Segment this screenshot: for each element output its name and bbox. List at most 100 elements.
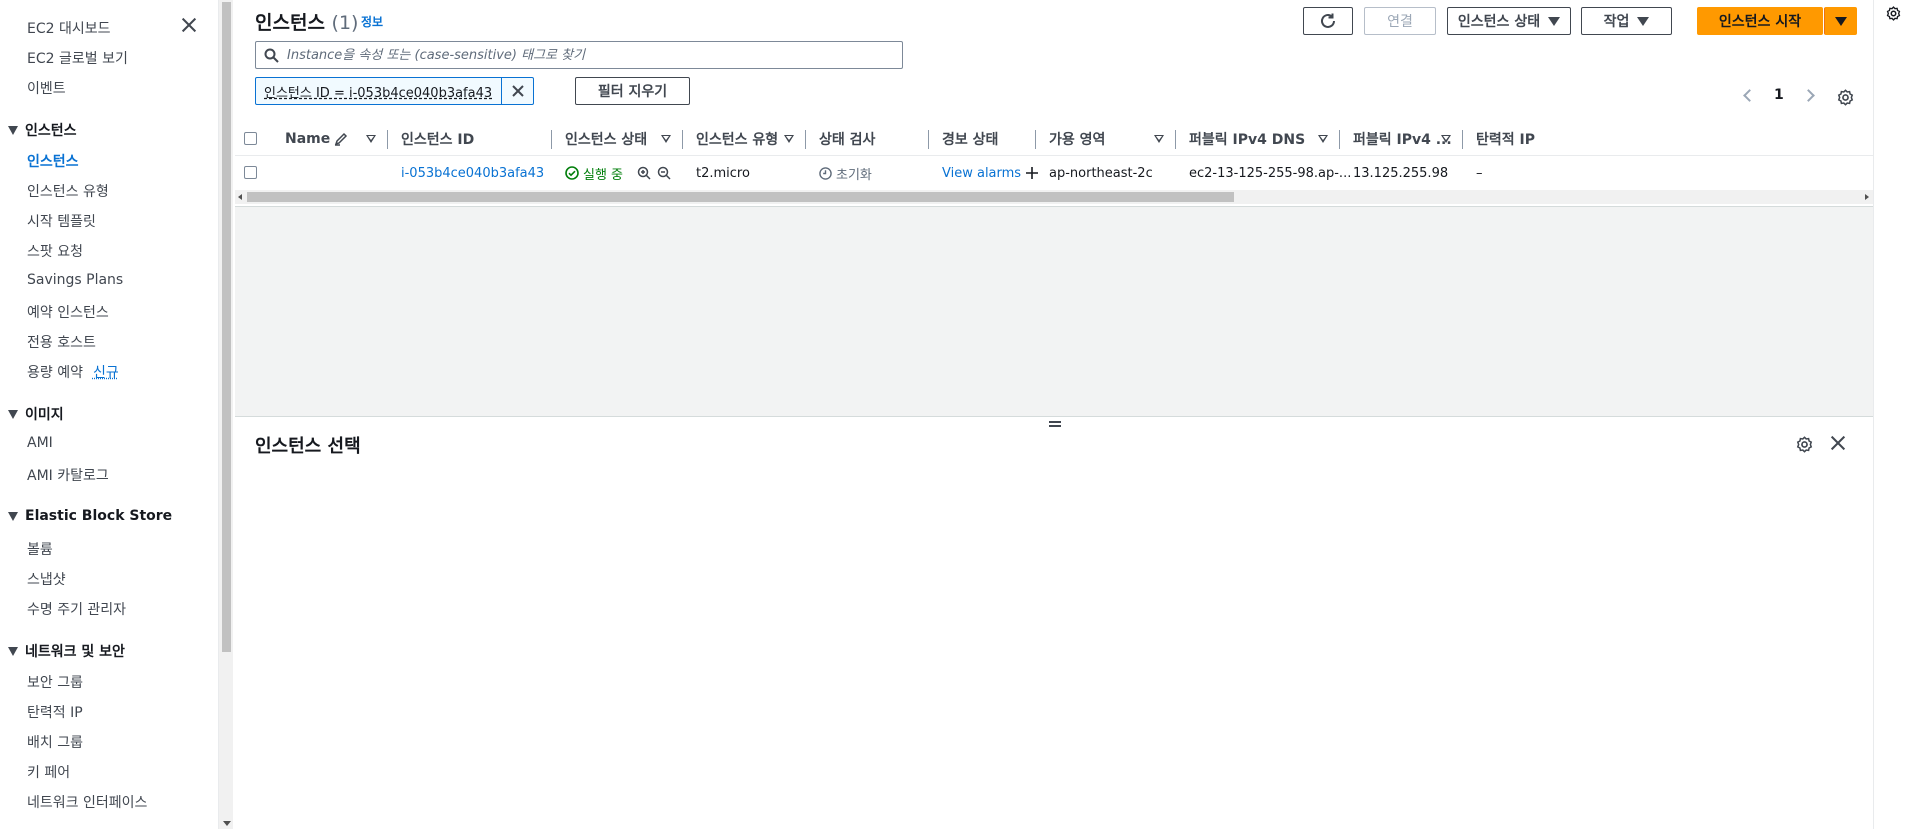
caret-down-icon xyxy=(1637,16,1650,26)
sidebar-section-network-security[interactable]: 네트워크 및 보안 xyxy=(8,641,125,661)
scrollbar-thumb[interactable] xyxy=(247,192,1234,202)
sidebar-item-instances[interactable]: 인스턴스 xyxy=(27,151,79,171)
gear-icon[interactable] xyxy=(1886,6,1901,21)
status-check-label: 초기화 xyxy=(836,167,872,183)
row-checkbox[interactable] xyxy=(244,166,257,179)
sort-icon[interactable] xyxy=(366,135,376,143)
launch-instance-dropdown[interactable] xyxy=(1824,7,1857,35)
scroll-down-icon[interactable] xyxy=(223,821,231,826)
caret-down-icon xyxy=(1548,16,1561,26)
sidebar-item-capacity-reservations[interactable]: 용량 예약 신규 xyxy=(27,362,119,382)
instance-state-dropdown[interactable]: 인스턴스 상태 xyxy=(1447,7,1571,35)
sidebar-item-ami[interactable]: AMI xyxy=(27,435,53,451)
clear-filters-button[interactable]: 필터 지우기 xyxy=(575,77,690,105)
sidebar-item-ec2-global-view[interactable]: EC2 글로벌 보기 xyxy=(27,48,128,68)
column-header-instance-state[interactable]: 인스턴스 상태 xyxy=(565,122,647,156)
column-header-public-ipv4[interactable]: 퍼블릭 IPv4 ... xyxy=(1353,122,1452,156)
page-title-text: 인스턴스 xyxy=(255,12,325,34)
table-row[interactable]: i-053b4ce040b3afa43 실행 중 t2.micro 초기화 Vi… xyxy=(235,156,1873,190)
column-header-status-check[interactable]: 상태 검사 xyxy=(819,122,875,156)
search-input[interactable] xyxy=(287,47,877,63)
gear-icon[interactable] xyxy=(1837,89,1854,106)
sidebar-section-label: Elastic Block Store xyxy=(25,508,173,524)
next-page-icon[interactable] xyxy=(1801,88,1815,102)
sidebar-item-spot-requests[interactable]: 스팟 요청 xyxy=(27,241,83,261)
sidebar-item-placement-groups[interactable]: 배치 그룹 xyxy=(27,732,83,752)
column-header-name[interactable]: Name xyxy=(285,122,348,156)
column-header-alarm-status[interactable]: 경보 상태 xyxy=(942,122,998,156)
scroll-right-icon[interactable] xyxy=(1865,194,1869,200)
caret-down-icon xyxy=(1834,16,1847,26)
zoom-in-icon[interactable] xyxy=(637,166,651,180)
sidebar-item-launch-templates[interactable]: 시작 템플릿 xyxy=(27,211,96,231)
check-circle-icon xyxy=(565,166,579,180)
split-panel-divider xyxy=(235,416,1873,417)
sidebar-item-snapshots[interactable]: 스냅샷 xyxy=(27,569,66,589)
previous-page-icon[interactable] xyxy=(1743,88,1756,102)
search-bar[interactable] xyxy=(255,41,903,69)
actions-dropdown[interactable]: 작업 xyxy=(1581,7,1672,35)
zoom-out-icon[interactable] xyxy=(657,166,671,180)
column-divider[interactable] xyxy=(928,130,929,149)
info-link[interactable]: 정보 xyxy=(361,13,383,30)
expand-icon xyxy=(8,409,18,419)
sidebar-close-icon[interactable] xyxy=(180,16,198,34)
scroll-left-icon[interactable] xyxy=(238,194,242,200)
sidebar-item-volumes[interactable]: 볼륨 xyxy=(27,539,53,559)
column-header-elastic-ip[interactable]: 탄력적 IP xyxy=(1476,122,1535,156)
plus-icon[interactable] xyxy=(1026,167,1039,179)
drag-handle-icon[interactable] xyxy=(1049,420,1061,428)
sort-icon[interactable] xyxy=(784,135,794,143)
sidebar-section-instances[interactable]: 인스턴스 xyxy=(8,120,77,140)
view-alarms-link[interactable]: View alarms xyxy=(942,166,1021,181)
refresh-button[interactable] xyxy=(1303,7,1353,35)
gear-icon[interactable] xyxy=(1796,436,1813,453)
sort-icon[interactable] xyxy=(1441,135,1451,143)
column-header-instance-id[interactable]: 인스턴스 ID xyxy=(401,122,474,156)
sidebar-item-security-groups[interactable]: 보안 그룹 xyxy=(27,672,83,692)
cell-status-check: 초기화 xyxy=(819,156,872,190)
column-divider[interactable] xyxy=(1462,130,1463,149)
sidebar-item-network-interfaces[interactable]: 네트워크 인터페이스 xyxy=(27,792,147,812)
actions-label: 작업 xyxy=(1603,14,1630,30)
connect-button[interactable]: 연결 xyxy=(1364,7,1436,35)
sort-icon[interactable] xyxy=(1154,135,1164,143)
column-divider[interactable] xyxy=(1175,130,1176,149)
sidebar-item-ec2-dashboard[interactable]: EC2 대시보드 xyxy=(27,18,111,38)
select-all-checkbox[interactable] xyxy=(244,132,257,145)
scrollbar-thumb[interactable] xyxy=(222,2,231,652)
sidebar-item-instance-types[interactable]: 인스턴스 유형 xyxy=(27,181,109,201)
sort-icon[interactable] xyxy=(661,135,671,143)
sidebar-item-elastic-ips[interactable]: 탄력적 IP xyxy=(27,702,83,722)
sidebar-item-reserved-instances[interactable]: 예약 인스턴스 xyxy=(27,302,109,322)
column-divider[interactable] xyxy=(1339,130,1340,149)
launch-instance-button[interactable]: 인스턴스 시작 xyxy=(1697,7,1823,35)
column-divider[interactable] xyxy=(551,130,552,149)
sidebar-item-key-pairs[interactable]: 키 페어 xyxy=(27,762,70,782)
column-divider[interactable] xyxy=(1035,130,1036,149)
sidebar-scrollbar[interactable] xyxy=(218,0,233,829)
sort-icon[interactable] xyxy=(1318,135,1328,143)
sidebar-section-images[interactable]: 이미지 xyxy=(8,404,64,424)
state-label: 실행 중 xyxy=(583,167,624,183)
cell-instance-id-link[interactable]: i-053b4ce040b3afa43 xyxy=(401,156,544,190)
instance-state-label: 인스턴스 상태 xyxy=(1457,14,1541,30)
sidebar-item-lifecycle-manager[interactable]: 수명 주기 관리자 xyxy=(27,599,126,619)
remove-filter-button[interactable] xyxy=(501,77,533,105)
sidebar-item-savings-plans[interactable]: Savings Plans xyxy=(27,272,123,288)
column-divider[interactable] xyxy=(805,130,806,149)
close-icon[interactable] xyxy=(1830,435,1846,451)
current-page[interactable]: 1 xyxy=(1774,87,1784,103)
sidebar-item-dedicated-hosts[interactable]: 전용 호스트 xyxy=(27,332,96,352)
column-divider[interactable] xyxy=(682,130,683,149)
column-divider[interactable] xyxy=(387,130,388,149)
column-header-availability-zone[interactable]: 가용 영역 xyxy=(1049,122,1105,156)
table-horizontal-scrollbar[interactable] xyxy=(235,190,1873,204)
sidebar-section-ebs[interactable]: Elastic Block Store xyxy=(8,508,172,524)
column-header-instance-type[interactable]: 인스턴스 유형 xyxy=(696,122,778,156)
column-header-public-dns[interactable]: 퍼블릭 IPv4 DNS xyxy=(1189,122,1305,156)
sidebar-item-ami-catalog[interactable]: AMI 카탈로그 xyxy=(27,465,109,485)
new-badge[interactable]: 신규 xyxy=(93,365,119,381)
filter-token[interactable]: 인스턴스 ID = i-053b4ce040b3afa43 xyxy=(255,77,534,105)
sidebar-item-events[interactable]: 이벤트 xyxy=(27,78,66,98)
